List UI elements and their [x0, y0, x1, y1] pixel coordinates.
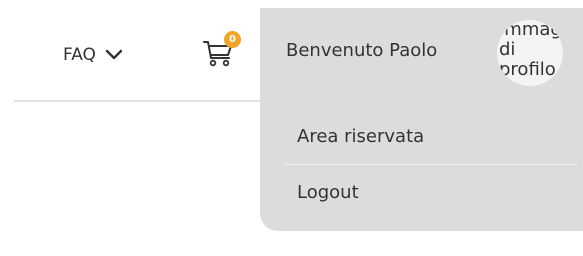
chevron-down-icon — [105, 49, 123, 61]
avatar[interactable]: Immagine di profilo — [497, 20, 563, 86]
page: FAQ 0 Benvenuto Paolo Immagine di profil… — [0, 0, 583, 256]
faq-label: FAQ — [63, 45, 96, 65]
user-dropdown-menu: Benvenuto Paolo Immagine di profilo Area… — [260, 8, 583, 231]
header-divider — [14, 100, 264, 102]
cart-count-badge: 0 — [224, 31, 241, 48]
menu-item-logout[interactable]: Logout — [297, 182, 359, 203]
avatar-alt-text: Immagine di profilo — [499, 20, 563, 80]
faq-menu[interactable]: FAQ — [63, 40, 123, 70]
cart-button[interactable]: 0 — [200, 31, 241, 71]
welcome-text: Benvenuto Paolo — [286, 40, 438, 61]
menu-item-area-riservata[interactable]: Area riservata — [297, 126, 424, 147]
menu-divider — [285, 164, 577, 165]
